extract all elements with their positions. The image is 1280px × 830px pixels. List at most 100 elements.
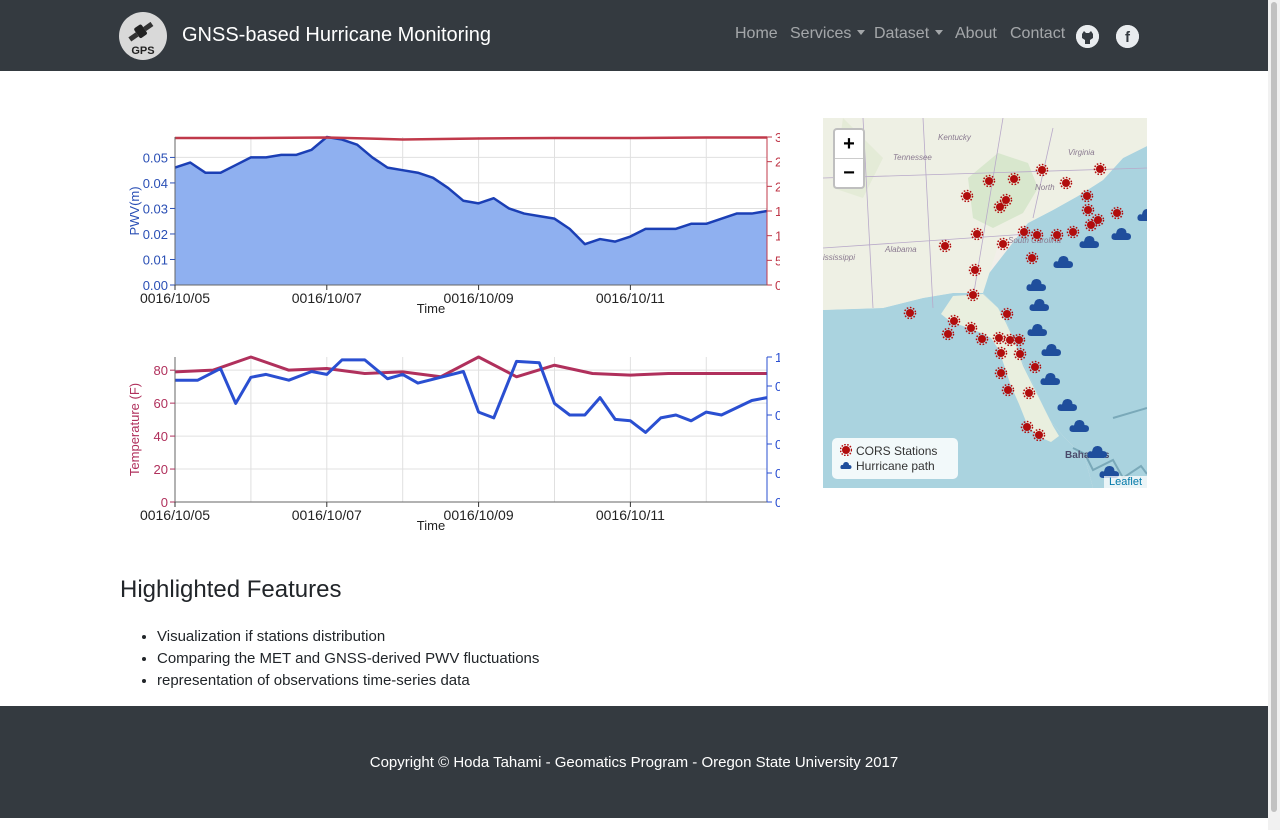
y-tick-label: 0.02 bbox=[143, 227, 168, 242]
caret-down-icon bbox=[935, 30, 944, 35]
y-tick-label: 0.03 bbox=[143, 201, 168, 216]
station-marker-core bbox=[1020, 228, 1028, 236]
nav-home-link[interactable]: Home bbox=[735, 25, 778, 43]
x-tick-label: 0016/10/07 bbox=[292, 290, 362, 306]
x-tick-label: 0016/10/07 bbox=[292, 507, 362, 523]
zoom-control: + − bbox=[833, 128, 865, 189]
station-marker-core bbox=[967, 324, 975, 332]
y-tick-label: 0.01 bbox=[143, 252, 168, 267]
legend-label-stations: CORS Stations bbox=[856, 444, 938, 458]
y2-tick-label: 0 bbox=[775, 278, 780, 293]
y-tick-label: 60 bbox=[154, 396, 168, 411]
y2-tick-label: 0.4 bbox=[775, 437, 780, 452]
station-marker-core bbox=[1004, 386, 1012, 394]
feature-item: representation of observations time-seri… bbox=[157, 671, 539, 693]
gps-logo-text: GPS bbox=[131, 45, 154, 57]
x-tick-label: 0016/10/11 bbox=[596, 290, 665, 306]
station-marker-core bbox=[1016, 350, 1024, 358]
stations-map[interactable]: Kentucky Virginia Tennessee North South … bbox=[823, 118, 1147, 488]
y-tick-label: 0.04 bbox=[143, 176, 168, 191]
station-marker-core bbox=[996, 203, 1004, 211]
zoom-out-button[interactable]: − bbox=[835, 159, 863, 187]
y2-tick-label: 15 bbox=[775, 204, 780, 219]
station-marker-core bbox=[1035, 431, 1043, 439]
cloud-icon bbox=[840, 461, 852, 469]
x-tick-label: 0016/10/09 bbox=[444, 290, 514, 306]
station-marker-core bbox=[963, 192, 971, 200]
station-marker-core bbox=[1113, 209, 1121, 217]
y2-tick-label: 0.8 bbox=[775, 379, 780, 394]
station-marker-core bbox=[944, 330, 952, 338]
station-marker-core bbox=[1094, 216, 1102, 224]
station-marker-core bbox=[978, 335, 986, 343]
x-tick-label: 0016/10/05 bbox=[140, 290, 210, 306]
legend-label-hurricane: Hurricane path bbox=[856, 459, 935, 473]
station-marker-core bbox=[1028, 254, 1036, 262]
footer: Copyright © Hoda Tahami - Geomatics Prog… bbox=[0, 706, 1268, 818]
station-marker-core bbox=[985, 177, 993, 185]
y2-tick-label: 1.0 bbox=[775, 350, 780, 365]
station-marker-core bbox=[999, 240, 1007, 248]
series-area-pwv bbox=[175, 137, 767, 285]
station-marker-core bbox=[1038, 166, 1046, 174]
y-axis-title: PWV(m) bbox=[127, 186, 142, 235]
station-marker-core bbox=[1023, 423, 1031, 431]
github-icon[interactable] bbox=[1076, 25, 1099, 48]
station-marker-core bbox=[1025, 389, 1033, 397]
station-marker-core bbox=[969, 291, 977, 299]
legend-item-hurricane: Hurricane path bbox=[840, 459, 935, 473]
station-marker-core bbox=[1015, 336, 1023, 344]
zoom-in-button[interactable]: + bbox=[835, 130, 863, 159]
station-marker-core bbox=[1053, 231, 1061, 239]
map-legend: CORS Stations Hurricane path bbox=[832, 438, 958, 479]
facebook-icon[interactable]: f bbox=[1116, 25, 1139, 48]
feature-item: Visualization if stations distribution bbox=[157, 627, 539, 649]
nav-services-dropdown[interactable]: Services bbox=[790, 25, 866, 43]
station-marker-core bbox=[906, 309, 914, 317]
station-marker-core bbox=[971, 266, 979, 274]
gps-logo-icon[interactable]: GPS bbox=[119, 12, 167, 60]
y2-tick-label: 30 bbox=[775, 130, 780, 145]
leaflet-attribution-link[interactable]: Leaflet bbox=[1103, 476, 1147, 488]
y2-tick-label: 5 bbox=[775, 253, 780, 268]
x-axis-title: Time bbox=[417, 518, 445, 533]
page-scrollbar[interactable] bbox=[1268, 0, 1280, 830]
y2-tick-label: 0.2 bbox=[775, 466, 780, 481]
y-axis-title: Temperature (F) bbox=[127, 383, 142, 476]
station-marker-core bbox=[1087, 221, 1095, 229]
y-tick-label: 20 bbox=[154, 462, 168, 477]
x-axis-title: Time bbox=[417, 301, 445, 316]
map-label-north: North bbox=[1035, 183, 1055, 192]
y-tick-label: 40 bbox=[154, 429, 168, 444]
station-marker-core bbox=[1096, 165, 1104, 173]
x-tick-label: 0016/10/09 bbox=[444, 507, 514, 523]
y2-tick-label: 25 bbox=[775, 155, 780, 170]
nav-about-link[interactable]: About bbox=[955, 25, 997, 43]
nav-dataset-label: Dataset bbox=[874, 25, 930, 42]
map-label-virginia: Virginia bbox=[1068, 148, 1095, 157]
station-marker-icon bbox=[839, 443, 853, 457]
series-line-pressure bbox=[175, 136, 767, 141]
station-marker-core bbox=[1031, 363, 1039, 371]
y-tick-label: 80 bbox=[154, 363, 168, 378]
map-label-mississippi: ississippi bbox=[823, 253, 855, 262]
nav-dataset-dropdown[interactable]: Dataset bbox=[874, 25, 944, 43]
x-tick-label: 0016/10/05 bbox=[140, 507, 210, 523]
station-marker-core bbox=[995, 334, 1003, 342]
copyright-text: Copyright © Hoda Tahami - Geomatics Prog… bbox=[369, 754, 899, 771]
brand-title[interactable]: GNSS-based Hurricane Monitoring bbox=[182, 24, 491, 47]
nav-contact-link[interactable]: Contact bbox=[1010, 25, 1065, 43]
scrollbar-thumb[interactable] bbox=[1271, 2, 1277, 812]
features-list: Visualization if stations distribution C… bbox=[157, 627, 539, 693]
station-marker-core bbox=[973, 230, 981, 238]
station-marker-core bbox=[1062, 179, 1070, 187]
station-marker-core bbox=[1002, 196, 1010, 204]
station-marker-core bbox=[1069, 228, 1077, 236]
y2-tick-label: 10 bbox=[775, 229, 780, 244]
y2-tick-label: 0.6 bbox=[775, 408, 780, 423]
station-marker-core bbox=[997, 369, 1005, 377]
station-marker-core bbox=[950, 317, 958, 325]
station-marker-core bbox=[1010, 175, 1018, 183]
caret-down-icon bbox=[857, 30, 866, 35]
station-marker-core bbox=[1084, 206, 1092, 214]
